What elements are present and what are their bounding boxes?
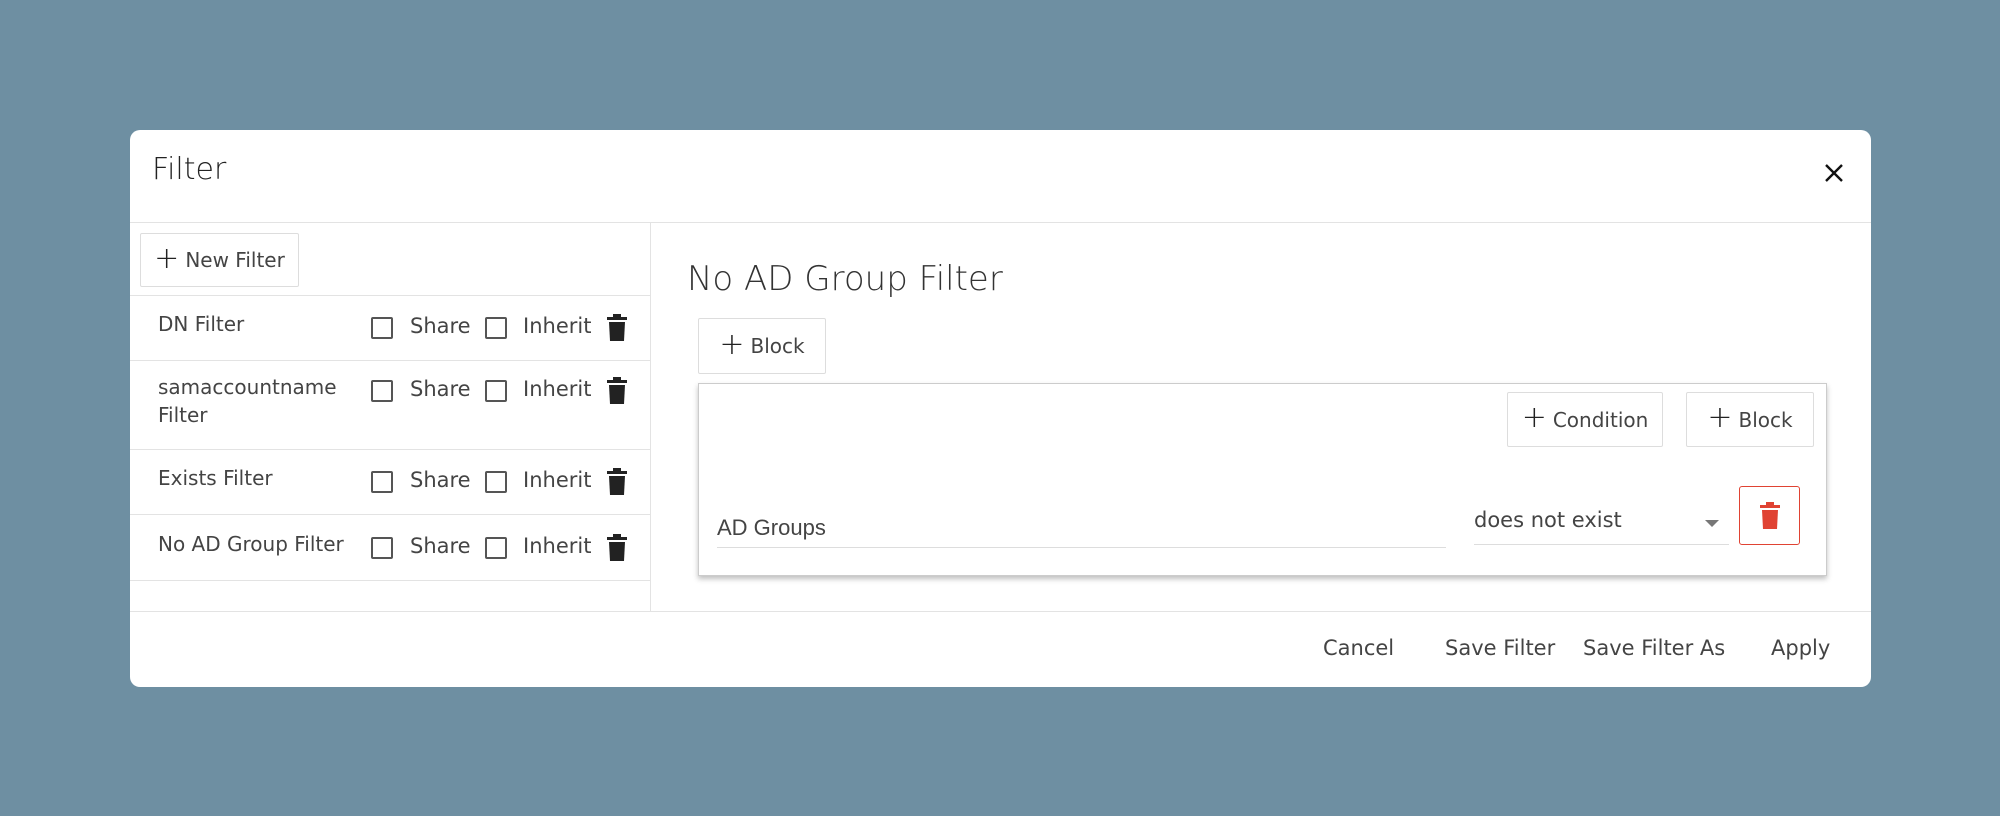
add-block-button[interactable]: + Block [698, 318, 826, 374]
filter-editor-panel: No AD Group Filter + Block + Condition +… [651, 223, 1871, 611]
dialog-title: Filter [152, 152, 227, 187]
filter-row[interactable]: DN Filter Share Inherit [130, 296, 650, 361]
filter-name[interactable]: Exists Filter [158, 464, 338, 492]
inherit-checkbox[interactable] [485, 537, 507, 559]
filter-title: No AD Group Filter [687, 259, 1003, 299]
plus-icon: + [719, 326, 745, 362]
operator-value: does not exist [1474, 508, 1622, 532]
close-icon [1825, 164, 1843, 182]
plus-icon: + [1707, 400, 1733, 435]
share-label: Share [410, 468, 471, 492]
save-filter-as-button[interactable]: Save Filter As [1583, 636, 1725, 660]
delete-condition-button[interactable] [1739, 486, 1800, 545]
add-block-label: Block [1738, 407, 1793, 432]
filter-name[interactable]: DN Filter [158, 310, 338, 338]
filter-row[interactable]: No AD Group Filter Share Inherit [130, 515, 650, 581]
dialog-header: Filter [130, 130, 1871, 223]
add-condition-label: Condition [1552, 407, 1649, 432]
inherit-label: Inherit [523, 314, 592, 338]
share-label: Share [410, 314, 471, 338]
condition-operator-select[interactable]: does not exist [1474, 504, 1729, 545]
plus-icon: + [1521, 400, 1547, 435]
dialog-footer: Cancel Save Filter Save Filter As Apply [130, 611, 1871, 687]
inherit-checkbox[interactable] [485, 471, 507, 493]
add-block-label: Block [750, 334, 805, 358]
filter-name[interactable]: samaccountname Filter [158, 373, 338, 429]
filter-name[interactable]: No AD Group Filter [158, 530, 378, 558]
filter-list-panel: + New Filter DN Filter Share Inherit sam… [130, 223, 651, 611]
trash-icon [1759, 501, 1780, 529]
plus-icon: + [154, 240, 180, 276]
filter-row[interactable]: Exists Filter Share Inherit [130, 450, 650, 515]
new-filter-label: New Filter [185, 248, 285, 272]
share-checkbox[interactable] [371, 537, 393, 559]
share-checkbox[interactable] [371, 317, 393, 339]
apply-button[interactable]: Apply [1771, 636, 1830, 660]
dropdown-caret-icon [1705, 520, 1719, 527]
trash-icon[interactable] [606, 468, 628, 496]
add-nested-block-button[interactable]: + Block [1686, 392, 1814, 447]
trash-icon[interactable] [606, 377, 628, 405]
share-label: Share [410, 377, 471, 401]
share-checkbox[interactable] [371, 471, 393, 493]
trash-icon[interactable] [606, 314, 628, 342]
condition-field-input[interactable] [717, 509, 1446, 548]
share-checkbox[interactable] [371, 380, 393, 402]
cancel-button[interactable]: Cancel [1323, 636, 1394, 660]
close-button[interactable] [1819, 158, 1849, 188]
trash-icon[interactable] [606, 534, 628, 562]
inherit-label: Inherit [523, 534, 592, 558]
inherit-label: Inherit [523, 468, 592, 492]
filter-block: + Condition + Block does not exist [698, 383, 1827, 576]
filter-row[interactable]: samaccountname Filter Share Inherit [130, 361, 650, 450]
inherit-checkbox[interactable] [485, 380, 507, 402]
filter-dialog: Filter + New Filter DN Filter Share Inhe… [130, 130, 1871, 687]
new-filter-button[interactable]: + New Filter [140, 233, 299, 287]
inherit-checkbox[interactable] [485, 317, 507, 339]
filter-list: DN Filter Share Inherit samaccountname F… [130, 295, 650, 581]
inherit-label: Inherit [523, 377, 592, 401]
share-label: Share [410, 534, 471, 558]
add-condition-button[interactable]: + Condition [1507, 392, 1663, 447]
save-filter-button[interactable]: Save Filter [1445, 636, 1555, 660]
